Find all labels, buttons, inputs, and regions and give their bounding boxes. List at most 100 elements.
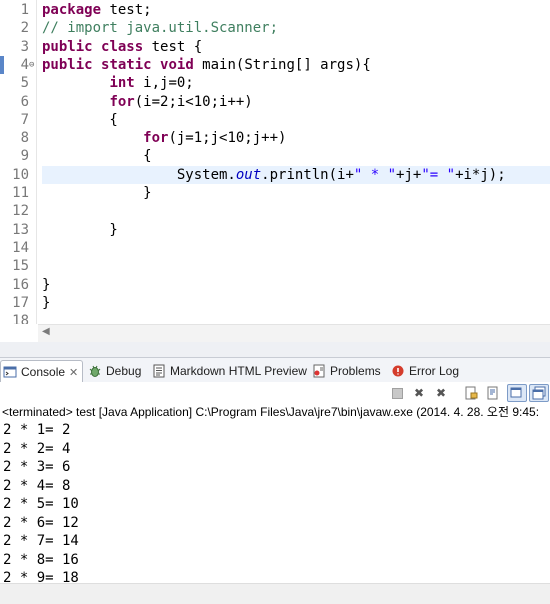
- code-token: main(String[] args){: [193, 56, 371, 73]
- code-line[interactable]: for(j=1;j<10;j++): [42, 129, 550, 147]
- console-output-line: 2 * 8= 16: [3, 551, 79, 568]
- console-status-label: <terminated> test [Java Application] C:\…: [2, 405, 540, 419]
- word-wrap-icon[interactable]: [484, 385, 502, 401]
- console-output-line: 2 * 1= 2: [3, 422, 71, 438]
- console-horizontal-scrollbar[interactable]: [0, 583, 550, 604]
- line-number: 15: [12, 258, 29, 275]
- tab-label: Problems: [330, 364, 381, 378]
- tab-label: Debug: [106, 364, 142, 378]
- view-tab-bar: Console ✕ Debug Markdown HTML Preview Proble…: [0, 358, 550, 383]
- remove-all-terminated-icon[interactable]: ✖: [432, 385, 450, 401]
- code-line[interactable]: {: [42, 111, 550, 129]
- line-number: 6: [20, 93, 29, 110]
- code-token: }: [42, 276, 51, 293]
- code-line[interactable]: }: [42, 184, 550, 202]
- line-number: 11: [12, 185, 29, 201]
- code-token: }: [42, 221, 118, 238]
- tab-label: Console: [21, 365, 66, 379]
- line-number: 3: [20, 38, 29, 55]
- code-line[interactable]: [42, 257, 550, 275]
- code-token: i,j=0;: [134, 75, 194, 92]
- console-output-line: 2 * 4= 8: [3, 477, 71, 494]
- code-token: test;: [101, 2, 152, 18]
- line-number: 13: [12, 221, 29, 238]
- code-token: package: [42, 2, 102, 18]
- current-code-line[interactable]: System.out.println(i+" * "+j+"= "+i*j);: [42, 165, 550, 184]
- code-line[interactable]: public static void main(String[] args){: [42, 56, 550, 74]
- code-editor[interactable]: 1 2 3 4 5 6 7 8 9 10 11 12 13 14 15 16 17 18 ⊖ package tes…: [0, 0, 550, 324]
- code-line[interactable]: for(i=2;i<10;i++): [42, 93, 550, 111]
- line-number: 9: [20, 148, 29, 165]
- console-output-line: 2 * 6= 12: [3, 514, 79, 531]
- code-token: void: [160, 56, 194, 73]
- tab-error-log[interactable]: Error Log: [391, 360, 459, 382]
- remove-launch-icon[interactable]: ✖: [410, 385, 428, 401]
- line-number: 18: [12, 313, 29, 324]
- code-token: "= ": [421, 166, 456, 183]
- override-marker[interactable]: [0, 55, 4, 74]
- console-output-line: 2 * 2= 4: [3, 440, 71, 457]
- markdown-preview-icon: [152, 363, 166, 378]
- code-token: +j+: [396, 166, 422, 183]
- code-line[interactable]: }: [42, 294, 550, 312]
- code-line[interactable]: }: [42, 221, 550, 239]
- line-number: 4: [20, 56, 29, 73]
- close-tab-icon[interactable]: ✕: [69, 367, 78, 379]
- console-icon: [3, 364, 17, 378]
- line-number: 10: [12, 166, 29, 183]
- line-number: 1: [20, 2, 29, 18]
- tab-label: Error Log: [409, 364, 460, 378]
- line-number: 2: [20, 20, 29, 37]
- tab-markdown-html-preview[interactable]: Markdown HTML Preview: [152, 360, 307, 382]
- line-number: 12: [12, 203, 29, 220]
- code-line[interactable]: [42, 239, 550, 257]
- terminate-icon[interactable]: [388, 385, 406, 401]
- code-line[interactable]: {: [42, 147, 550, 165]
- code-token: }: [42, 185, 152, 201]
- line-number: 8: [20, 130, 29, 147]
- code-line[interactable]: }: [42, 276, 550, 294]
- gutter-divider: [36, 0, 37, 324]
- debug-icon: [88, 363, 102, 377]
- code-line[interactable]: [42, 202, 550, 220]
- code-token: public: [42, 38, 93, 55]
- line-number: 17: [12, 294, 29, 311]
- console-output-line: 2 * 7= 14: [3, 533, 79, 549]
- code-token: public: [42, 56, 93, 73]
- tab-debug[interactable]: Debug: [88, 360, 141, 382]
- code-line[interactable]: int i,j=0;: [42, 74, 550, 92]
- code-line[interactable]: public class test {: [42, 38, 550, 56]
- pin-console-icon[interactable]: [507, 384, 527, 402]
- code-line[interactable]: package test;: [42, 1, 550, 19]
- code-token: (j=1;j<10;j++): [168, 130, 287, 147]
- code-token: static: [101, 56, 152, 73]
- editor-horizontal-scrollbar[interactable]: ◀: [38, 324, 550, 342]
- code-token: " * ": [353, 166, 397, 183]
- code-token: // import java.util.Scanner;: [42, 20, 279, 37]
- console-output-line: 2 * 9= 18: [3, 570, 79, 582]
- display-selected-console-icon[interactable]: [529, 384, 549, 402]
- code-line[interactable]: [42, 312, 550, 324]
- line-number: 16: [12, 276, 29, 293]
- tab-console[interactable]: Console ✕: [0, 360, 84, 383]
- console-toolbar: ✖ ✖: [0, 382, 550, 404]
- code-line[interactable]: // import java.util.Scanner;: [42, 19, 550, 37]
- panel-separator[interactable]: [0, 342, 550, 358]
- code-token: }: [42, 294, 51, 311]
- code-token: test {: [143, 38, 203, 55]
- scroll-lock-icon[interactable]: [462, 385, 480, 401]
- tab-problems[interactable]: Problems: [312, 360, 381, 382]
- code-token: int: [109, 75, 135, 92]
- error-log-icon: [391, 363, 405, 377]
- problems-icon: [312, 363, 326, 378]
- console-output[interactable]: 2 * 1= 2 2 * 2= 4 2 * 3= 6 2 * 4= 8 2 * 5= 1…: [3, 421, 550, 582]
- scroll-left-icon[interactable]: ◀: [42, 326, 50, 337]
- code-token: for: [143, 130, 169, 147]
- code-token: {: [42, 111, 118, 128]
- code-token: for: [109, 93, 135, 110]
